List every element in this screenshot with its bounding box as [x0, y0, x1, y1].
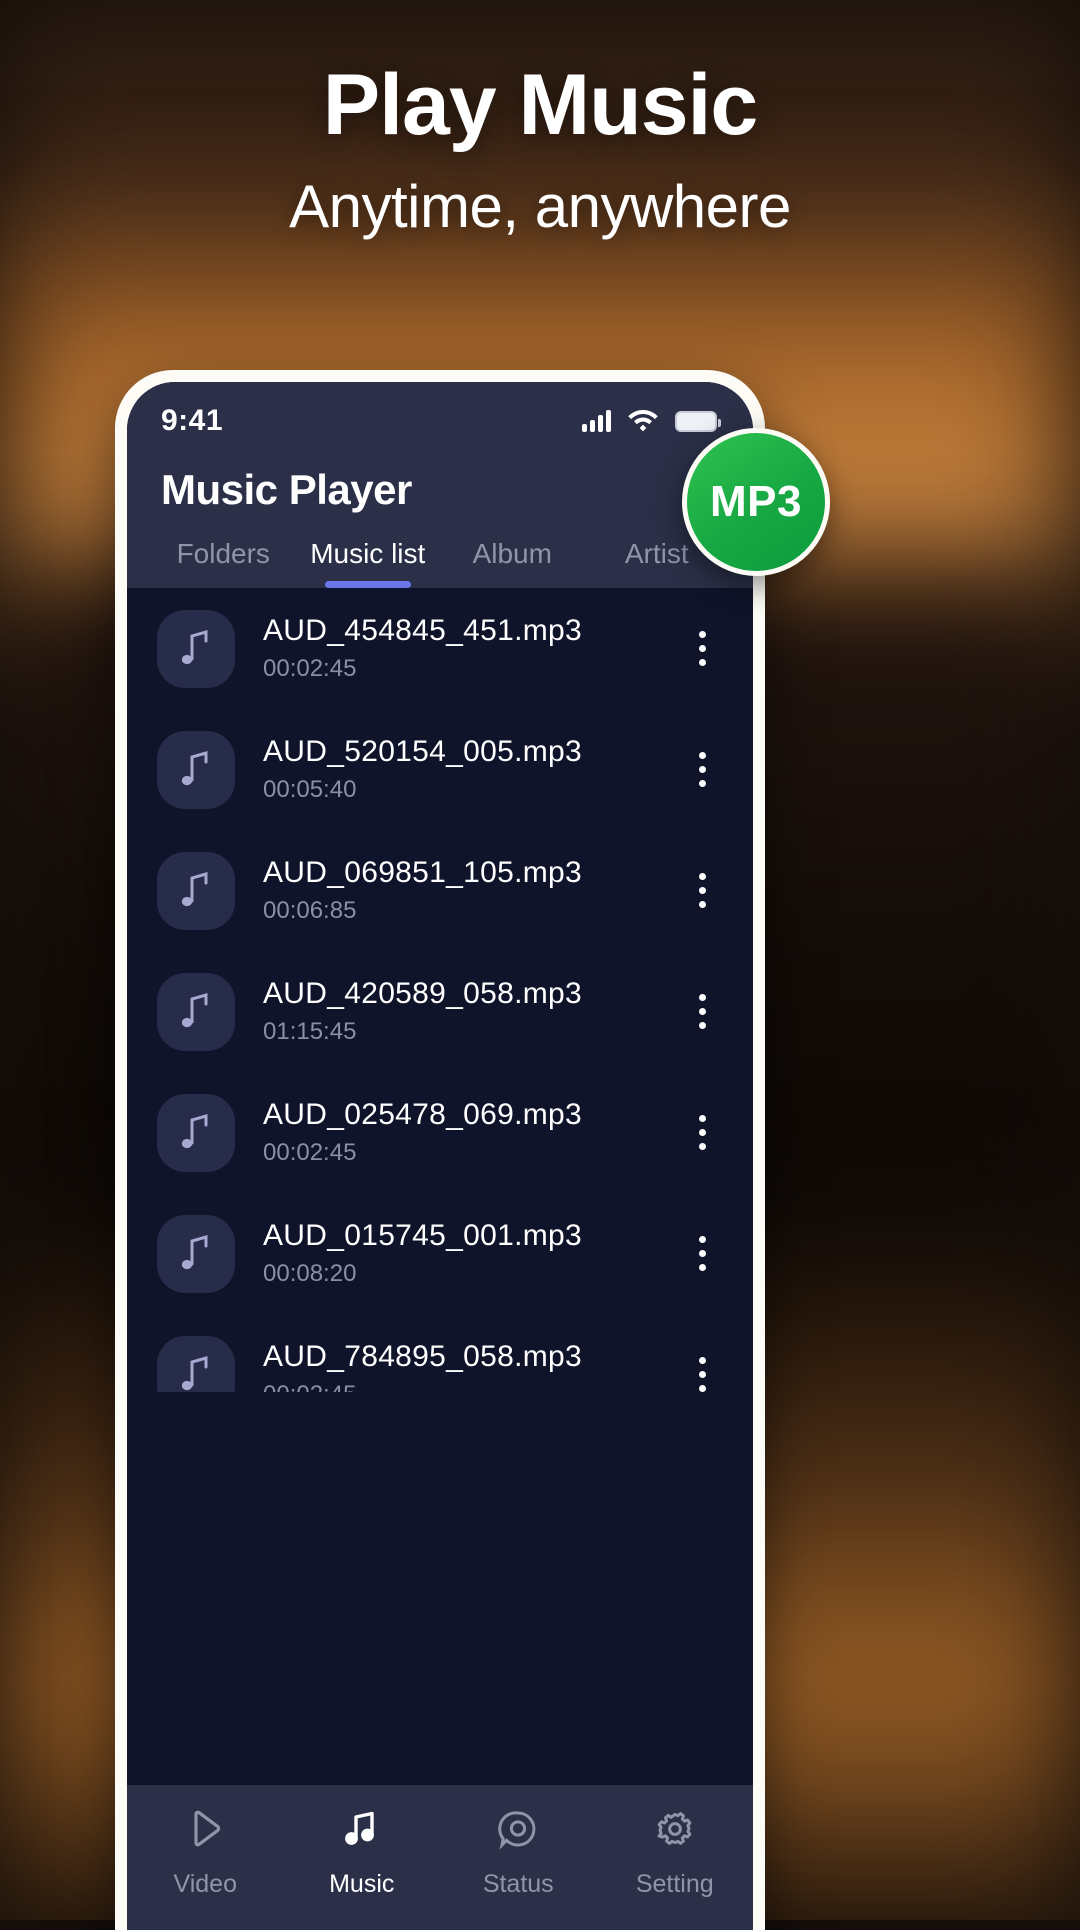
- track-thumbnail: [157, 730, 235, 809]
- more-options-icon[interactable]: [679, 631, 725, 666]
- signal-bars-icon: [582, 410, 611, 432]
- track-thumbnail: [157, 609, 235, 688]
- nav-label-music: Music: [329, 1870, 395, 1898]
- nav-item-music[interactable]: Music: [284, 1807, 441, 1899]
- track-name: AUD_454845_451.mp3: [263, 614, 582, 647]
- track-name: AUD_069851_105.mp3: [263, 856, 582, 889]
- list-item[interactable]: AUD_454845_451.mp3 00:02:45: [127, 588, 753, 709]
- nav-label-video: Video: [173, 1870, 238, 1898]
- list-item[interactable]: AUD_069851_105.mp3 00:06:85: [127, 830, 753, 951]
- nav-label-status: Status: [482, 1870, 554, 1898]
- nav-item-status[interactable]: Status: [440, 1807, 597, 1899]
- list-item[interactable]: AUD_015745_001.mp3 00:08:20: [127, 1193, 753, 1314]
- hero-subtitle: Anytime, anywhere: [289, 173, 791, 241]
- tab-music-list[interactable]: Music list: [298, 538, 439, 588]
- tab-album[interactable]: Album: [442, 538, 583, 588]
- track-text: AUD_069851_105.mp3 00:06:85: [263, 856, 679, 925]
- track-text: AUD_520154_005.mp3 00:05:40: [263, 735, 679, 804]
- status-bar: 9:41: [127, 382, 753, 460]
- track-duration: 01:15:45: [263, 1018, 357, 1045]
- track-duration: 00:05:40: [263, 776, 357, 803]
- track-duration: 00:02:45: [263, 1381, 679, 1392]
- nav-item-video[interactable]: Video: [127, 1807, 284, 1899]
- nav-item-setting[interactable]: Setting: [597, 1807, 754, 1899]
- track-name: AUD_520154_005.mp3: [263, 735, 582, 768]
- status-bubble-icon: [496, 1807, 540, 1856]
- track-duration: 00:02:45: [263, 655, 357, 682]
- list-item[interactable]: AUD_420589_058.mp3 01:15:45: [127, 951, 753, 1072]
- battery-icon: [675, 410, 721, 432]
- more-options-icon[interactable]: [679, 752, 725, 787]
- track-name: AUD_420589_058.mp3: [263, 977, 582, 1010]
- track-thumbnail: [157, 1335, 235, 1392]
- track-text: AUD_420589_058.mp3 01:15:45: [263, 977, 679, 1046]
- list-item[interactable]: AUD_784895_058.mp3 00:02:45: [127, 1314, 753, 1392]
- track-name: AUD_025478_069.mp3: [263, 1098, 582, 1131]
- track-duration: 00:02:45: [263, 1139, 357, 1166]
- track-thumbnail: [157, 851, 235, 930]
- bottom-navigation: Video Music Status Setting: [127, 1785, 753, 1930]
- status-bar-clock: 9:41: [161, 404, 224, 437]
- track-text: AUD_454845_451.mp3 00:02:45: [263, 614, 679, 683]
- gear-icon: [653, 1807, 697, 1856]
- page-title: Music Player: [161, 466, 412, 513]
- track-duration: 00:08:20: [263, 1260, 357, 1287]
- track-text: AUD_025478_069.mp3 00:02:45: [263, 1098, 679, 1167]
- more-options-icon[interactable]: [679, 1236, 725, 1271]
- track-thumbnail: [157, 1214, 235, 1293]
- wifi-icon: [627, 407, 659, 436]
- track-name: AUD_015745_001.mp3: [263, 1219, 582, 1252]
- list-item[interactable]: AUD_520154_005.mp3 00:05:40: [127, 709, 753, 830]
- hero-title: Play Music: [322, 57, 759, 153]
- more-options-icon[interactable]: [679, 873, 725, 908]
- tab-bar: Folders Music list Album Artist: [127, 514, 753, 588]
- play-video-icon: [183, 1807, 227, 1856]
- list-item[interactable]: AUD_025478_069.mp3 00:02:45: [127, 1072, 753, 1193]
- phone-mockup-frame: 9:41 Music Player Folders Music list Alb…: [115, 370, 765, 1930]
- music-note-icon: [340, 1807, 384, 1856]
- track-text: AUD_784895_058.mp3 00:02:45: [263, 1340, 679, 1392]
- more-options-icon[interactable]: [679, 1115, 725, 1150]
- status-bar-icons: [582, 407, 721, 436]
- phone-screen: 9:41 Music Player Folders Music list Alb…: [127, 382, 753, 1930]
- tab-folders[interactable]: Folders: [153, 538, 294, 588]
- more-options-icon[interactable]: [679, 994, 725, 1029]
- track-text: AUD_015745_001.mp3 00:08:20: [263, 1219, 679, 1288]
- mp3-badge: MP3: [682, 428, 830, 576]
- hero-text-block: Play Music Anytime, anywhere: [0, 60, 1080, 241]
- track-name: AUD_784895_058.mp3: [263, 1340, 582, 1373]
- app-header: Music Player: [127, 460, 753, 514]
- nav-label-setting: Setting: [635, 1870, 714, 1898]
- track-thumbnail: [157, 972, 235, 1051]
- more-options-icon[interactable]: [679, 1357, 725, 1392]
- track-thumbnail: [157, 1093, 235, 1172]
- track-list[interactable]: AUD_454845_451.mp3 00:02:45 AUD_520154_005…: [127, 588, 753, 1392]
- track-duration: 00:06:85: [263, 897, 357, 924]
